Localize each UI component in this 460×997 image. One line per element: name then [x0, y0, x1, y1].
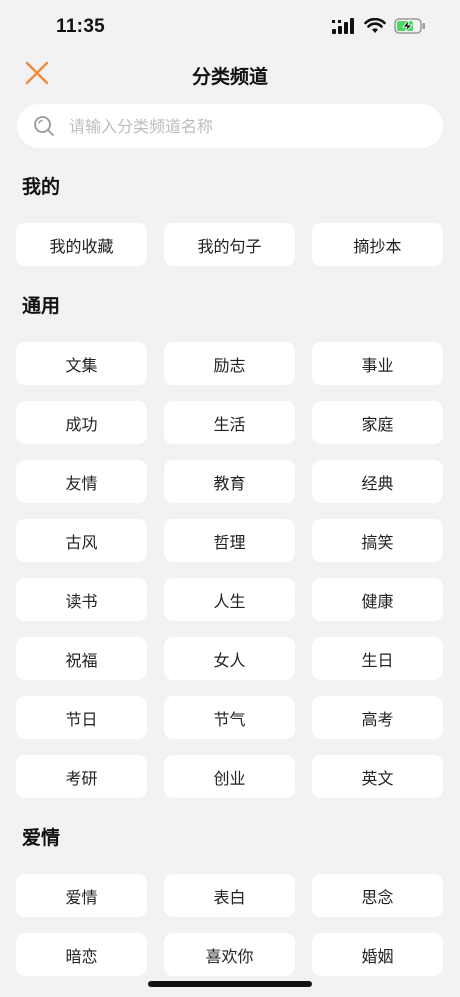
section-title-mine: 我的: [22, 176, 61, 198]
section-title-general: 通用: [22, 295, 61, 317]
channel-chip[interactable]: 节日: [16, 696, 147, 739]
channel-chip[interactable]: 英文: [312, 755, 443, 798]
channel-chip[interactable]: 婚姻: [312, 933, 443, 976]
channel-chip[interactable]: 摘抄本: [312, 223, 443, 266]
channel-chip[interactable]: 文集: [16, 342, 147, 385]
channel-chip[interactable]: 我的句子: [164, 223, 295, 266]
section-grid-general: 文集 励志 事业 成功 生活 家庭 友情 教育 经典 古风 哲理 搞笑 读书 人…: [16, 342, 460, 798]
channel-chip[interactable]: 哲理: [164, 519, 295, 562]
channel-chip[interactable]: 思念: [312, 874, 443, 917]
status-time: 11:35: [56, 16, 106, 37]
search-input[interactable]: [67, 115, 411, 137]
channel-chip[interactable]: 读书: [16, 578, 147, 621]
channel-chip[interactable]: 生活: [164, 401, 295, 444]
channel-chip[interactable]: 事业: [312, 342, 443, 385]
section-title-love: 爱情: [22, 827, 61, 849]
channel-chip[interactable]: 高考: [312, 696, 443, 739]
channel-chip[interactable]: 成功: [16, 401, 147, 444]
wifi-icon: [364, 18, 386, 33]
channel-chip[interactable]: 女人: [164, 637, 295, 680]
channel-chip[interactable]: 搞笑: [312, 519, 443, 562]
channel-chip[interactable]: 考研: [16, 755, 147, 798]
channel-chip[interactable]: 节气: [164, 696, 295, 739]
home-indicator: [148, 981, 312, 987]
channel-chip[interactable]: 创业: [164, 755, 295, 798]
status-bar: 11:35: [0, 0, 460, 56]
nav-bar: 分类频道: [0, 56, 460, 96]
channel-chip[interactable]: 喜欢你: [164, 933, 295, 976]
section-grid-love: 爱情 表白 思念 暗恋 喜欢你 婚姻: [16, 874, 460, 976]
search-icon: [34, 116, 54, 136]
channel-chip[interactable]: 生日: [312, 637, 443, 680]
channel-chip[interactable]: 表白: [164, 874, 295, 917]
channel-chip[interactable]: 人生: [164, 578, 295, 621]
channel-chip[interactable]: 经典: [312, 460, 443, 503]
channel-chip[interactable]: 暗恋: [16, 933, 147, 976]
section-grid-mine: 我的收藏 我的句子 摘抄本: [16, 223, 460, 266]
channel-chip[interactable]: 祝福: [16, 637, 147, 680]
channel-chip[interactable]: 我的收藏: [16, 223, 147, 266]
battery-charging-icon: [394, 18, 425, 34]
search-bar[interactable]: [17, 104, 443, 148]
channel-chip[interactable]: 家庭: [312, 401, 443, 444]
status-icons: [332, 18, 426, 34]
channel-chip[interactable]: 爱情: [16, 874, 147, 917]
channel-chip[interactable]: 友情: [16, 460, 147, 503]
cellular-signal-icon: [332, 18, 354, 34]
channel-chip[interactable]: 古风: [16, 519, 147, 562]
page-title: 分类频道: [191, 66, 268, 88]
channel-chip[interactable]: 教育: [164, 460, 295, 503]
channel-chip[interactable]: 励志: [164, 342, 295, 385]
channel-chip[interactable]: 健康: [312, 578, 443, 621]
